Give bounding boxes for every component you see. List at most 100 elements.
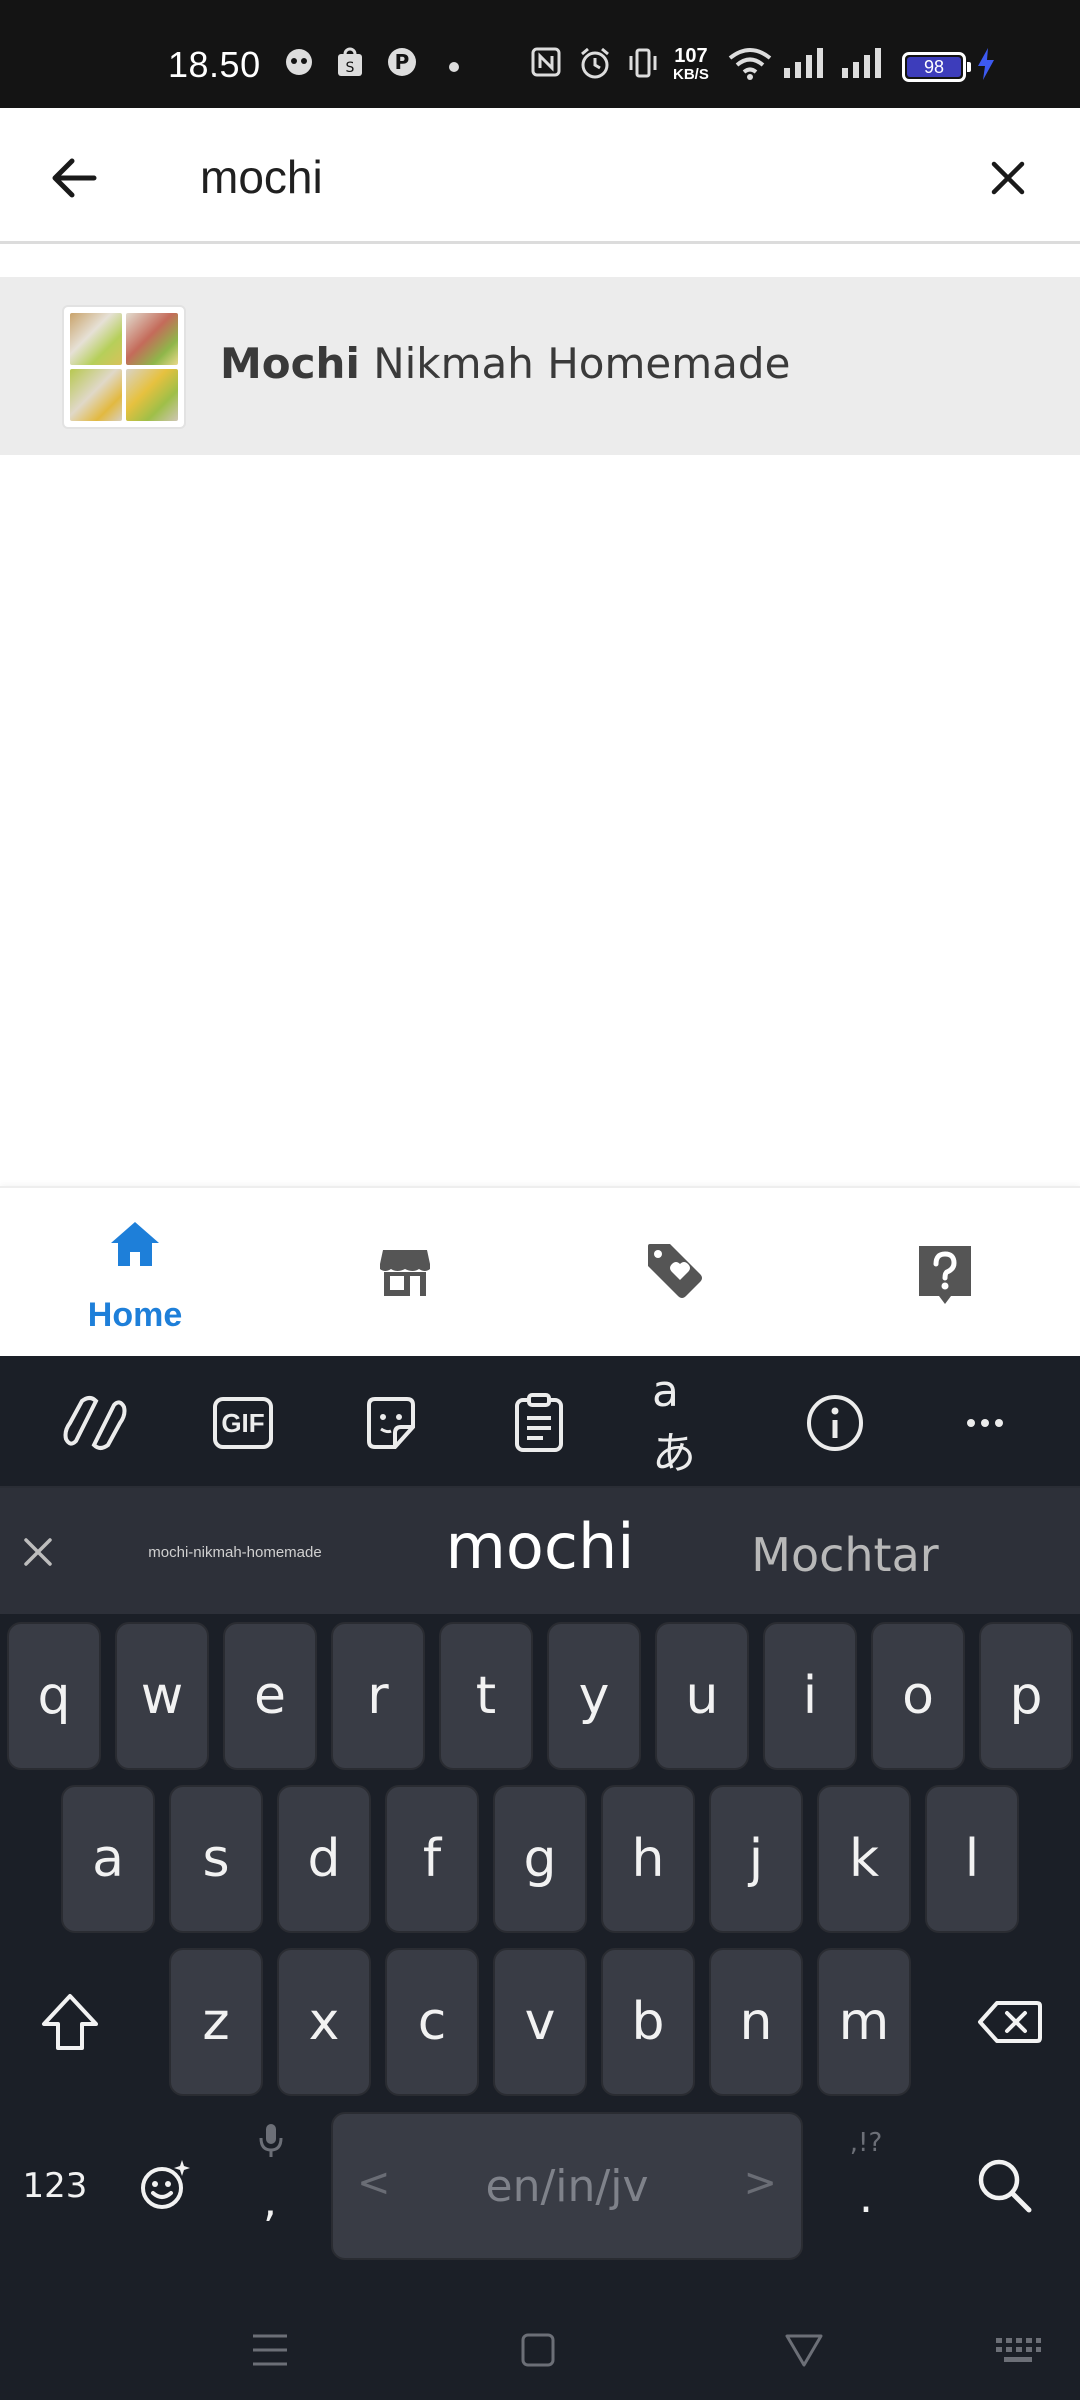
alarm-icon [578,46,612,85]
close-icon [24,1538,52,1566]
info-icon [807,1395,863,1451]
key-t[interactable]: t [439,1622,533,1770]
battery-level: 98 [907,57,961,77]
key-s[interactable]: s [169,1785,263,1933]
gif-label: GIF [221,1408,265,1438]
key-n[interactable]: n [709,1948,803,2096]
search-result-item[interactable]: Mochi Nikmah Homemade [0,277,1080,455]
key-b[interactable]: b [601,1948,695,2096]
key-i[interactable]: i [763,1622,857,1770]
nav-help[interactable] [810,1188,1080,1358]
shift-key[interactable] [22,1948,118,2096]
mic-icon [259,2124,283,2157]
period-key[interactable]: ,!? . [818,2112,914,2260]
shift-icon [42,1994,98,2050]
bottom-navigation: Home [0,1186,1080,1356]
pinterest-icon: P [386,46,418,83]
translate-icon: aあ [652,1365,696,1479]
search-header [0,108,1080,244]
key-w[interactable]: w [115,1622,209,1770]
notification-icon [283,46,315,83]
key-u[interactable]: u [655,1622,749,1770]
key-z[interactable]: z [169,1948,263,2096]
copilot-icon [63,1396,127,1450]
key-v[interactable]: v [493,1948,587,2096]
dot-icon [448,60,460,78]
result-rest-text: Nikmah Homemade [359,339,791,388]
spacebar-label: en/in/jv [485,2160,649,2212]
more-icon [967,1419,1003,1427]
wifi-icon [728,46,772,85]
translate-button[interactable]: aあ [652,1366,722,1479]
key-d[interactable]: d [277,1785,371,1933]
svg-text:P: P [395,50,410,74]
key-r[interactable]: r [331,1622,425,1770]
charging-icon [976,46,996,87]
punctuation-hint: ,!? [849,2128,883,2158]
suggestion-3[interactable]: Mochtar [730,1528,960,1582]
back-button[interactable] [44,148,104,208]
key-e[interactable]: e [223,1622,317,1770]
suggestion-2[interactable]: mochi [420,1510,660,1583]
sticker-button[interactable] [356,1388,426,1458]
menu-icon[interactable] [250,2332,290,2368]
period-label: . [859,2172,873,2223]
keyboard-toolbar: GIF aあ [0,1356,1080,1486]
net-speed: 107 KB/S [673,45,709,83]
key-c[interactable]: c [385,1948,479,2096]
status-bar: 18.50 S P 107 KB/S 98 [0,0,1080,108]
key-k[interactable]: k [817,1785,911,1933]
svg-text:S: S [346,60,355,76]
key-h[interactable]: h [601,1785,695,1933]
key-x[interactable]: x [277,1948,371,2096]
emoji-key[interactable] [116,2112,212,2260]
sticker-icon [367,1397,415,1449]
key-y[interactable]: y [547,1622,641,1770]
key-g[interactable]: g [493,1785,587,1933]
comma-key[interactable]: , [222,2112,318,2260]
battery-icon: 98 [902,52,971,82]
result-match-text: Mochi [220,339,360,388]
close-icon [991,161,1025,195]
suggestion-bar: mochi-nikmah-homemade mochi Mochtar [0,1486,1080,1614]
emoji-sparkle-icon [141,2160,190,2209]
nav-promo[interactable] [540,1188,810,1358]
chevron-right-icon: > [743,2160,777,2206]
key-l[interactable]: l [925,1785,1019,1933]
clipboard-button[interactable] [504,1388,574,1458]
backspace-key[interactable] [960,1948,1060,2096]
search-input[interactable] [200,144,960,210]
clipboard-icon [515,1393,563,1452]
key-o[interactable]: o [871,1622,965,1770]
gif-button[interactable]: GIF [208,1388,278,1458]
copilot-button[interactable] [60,1388,130,1458]
suggestion-1[interactable]: mochi-nikmah-homemade [120,1544,350,1561]
signal-icon [782,46,828,85]
shopping-bag-icon: S [334,46,366,83]
key-m[interactable]: m [817,1948,911,2096]
search-icon [978,2159,1032,2213]
spacebar[interactable]: < en/in/jv > [331,2112,803,2260]
status-time: 18.50 [168,44,261,85]
vibrate-icon [626,46,660,85]
numbers-key[interactable]: 123 [0,2112,110,2260]
key-a[interactable]: a [61,1785,155,1933]
back-triangle-icon[interactable] [784,2332,824,2368]
clear-search-button[interactable] [982,152,1034,204]
result-thumbnail [62,305,186,429]
nav-home-label: Home [87,1296,183,1334]
key-f[interactable]: f [385,1785,479,1933]
dismiss-suggestions-button[interactable] [18,1532,58,1572]
more-button[interactable] [950,1388,1020,1458]
search-key[interactable] [950,2112,1060,2260]
keyboard-hide-icon[interactable] [994,2336,1042,2366]
home-button-icon[interactable] [520,2332,556,2368]
key-p[interactable]: p [979,1622,1073,1770]
nav-home[interactable]: Home [0,1188,270,1358]
chevron-left-icon: < [357,2160,391,2206]
info-button[interactable] [800,1388,870,1458]
key-q[interactable]: q [7,1622,101,1770]
nav-store[interactable] [270,1188,540,1358]
key-j[interactable]: j [709,1785,803,1933]
comma-label: , [263,2176,277,2227]
